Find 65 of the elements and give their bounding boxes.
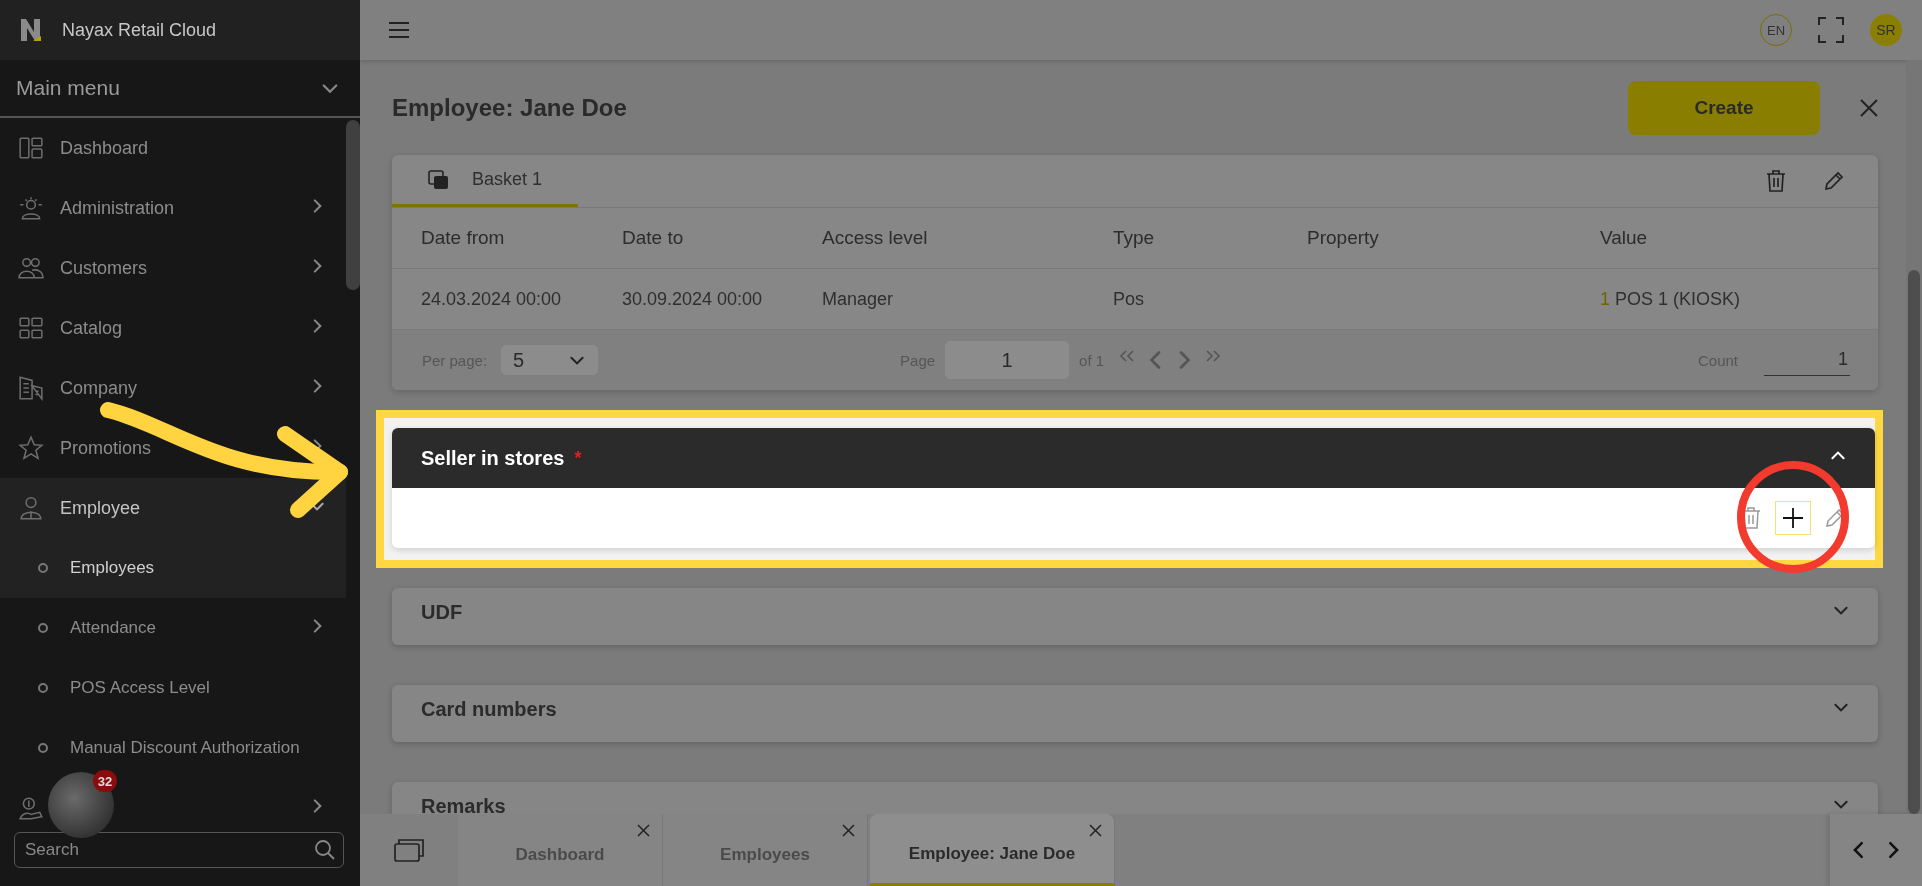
menu-item-icon[interactable]	[18, 135, 44, 161]
per-page-select[interactable]: 5	[501, 345, 599, 375]
add-button[interactable]	[1775, 501, 1811, 535]
menu-item-icon[interactable]	[18, 375, 44, 401]
count-field[interactable]: 1	[1764, 344, 1850, 376]
menu-item-icon[interactable]	[18, 495, 44, 521]
page-tab[interactable]: Dashboard	[458, 814, 663, 886]
sidebar-item[interactable]: Promotions	[60, 437, 152, 458]
menu-icon[interactable]	[388, 21, 410, 39]
bullet-icon	[38, 743, 48, 753]
user-avatar[interactable]: SR	[1870, 14, 1902, 46]
menu-item-icon[interactable]	[18, 315, 44, 341]
sidebar-subitem[interactable]: Employees	[70, 558, 155, 577]
page-field[interactable]: 1	[945, 341, 1070, 379]
menu-item-icon[interactable]	[18, 195, 44, 221]
column-header[interactable]: Value	[1600, 227, 1878, 249]
page-tab[interactable]: Employees	[663, 814, 868, 886]
sidebar-item[interactable]: Company	[60, 377, 138, 398]
sidebar-subitem[interactable]: POS Access Level	[70, 678, 210, 697]
close-icon[interactable]	[1860, 98, 1878, 117]
table-cell-text: Pos	[1113, 288, 1146, 310]
column-header[interactable]: Property	[1307, 227, 1600, 249]
plus-icon	[1782, 507, 1804, 529]
search-field[interactable]: Search	[14, 832, 344, 868]
fullscreen-icon[interactable]	[1818, 17, 1844, 43]
close-icon[interactable]	[842, 824, 855, 837]
column-header[interactable]: Type	[1113, 227, 1307, 249]
scrollbar-thumb[interactable]	[346, 120, 360, 290]
basket-tab[interactable]: Basket 1	[392, 155, 579, 207]
sidebar-item[interactable]: Catalog	[60, 317, 123, 338]
sidebar-subitem[interactable]: Manual Discount Authorization	[70, 738, 300, 757]
sidebar-item[interactable]: Administration	[60, 197, 175, 218]
table-cell-text: Manager	[822, 288, 895, 310]
menu-item-icon[interactable]	[18, 435, 44, 461]
bullet-icon	[38, 623, 48, 633]
table-cell-text: 30.09.2024 00:00	[622, 288, 764, 310]
close-icon[interactable]	[1089, 824, 1102, 837]
logo-icon	[20, 18, 42, 42]
column-header[interactable]: Date to	[622, 227, 822, 249]
section-title: Seller in stores	[421, 446, 565, 470]
table-cell-text: 1 POS 1 (KIOSK)	[1600, 288, 1742, 310]
page-title: Employee: Jane Doe	[392, 93, 628, 122]
close-icon[interactable]	[637, 824, 650, 837]
notification-badge: 32	[93, 770, 117, 792]
sidebar-item[interactable]: Customers	[60, 257, 148, 278]
app-name: Nayax Retail Cloud	[62, 19, 217, 41]
sidebar-item[interactable]: Dashboard	[60, 137, 149, 158]
bullet-icon	[38, 563, 48, 573]
menu-item-icon[interactable]	[18, 795, 44, 821]
table-cell-text: 24.03.2024 00:00	[421, 288, 563, 310]
sidebar-subitem[interactable]: Attendance	[70, 618, 156, 637]
section-header[interactable]: Remarks	[392, 782, 1878, 814]
menu-item-icon[interactable]	[18, 255, 44, 281]
column-header[interactable]: Access level	[822, 227, 1113, 249]
required-mark: *	[574, 447, 582, 469]
section-header[interactable]: Card numbers	[392, 685, 1878, 742]
sidebar-item[interactable]: Employee	[60, 497, 141, 518]
scrollbar-thumb[interactable]	[1908, 270, 1920, 814]
bullet-icon	[38, 683, 48, 693]
page-tab[interactable]: Employee: Jane Doe	[870, 814, 1115, 886]
search-icon	[314, 839, 336, 861]
section-header[interactable]: UDF	[392, 588, 1878, 645]
create-button[interactable]: Create	[1628, 80, 1820, 135]
basket-icon	[428, 169, 450, 190]
column-header[interactable]: Date from	[421, 227, 622, 249]
